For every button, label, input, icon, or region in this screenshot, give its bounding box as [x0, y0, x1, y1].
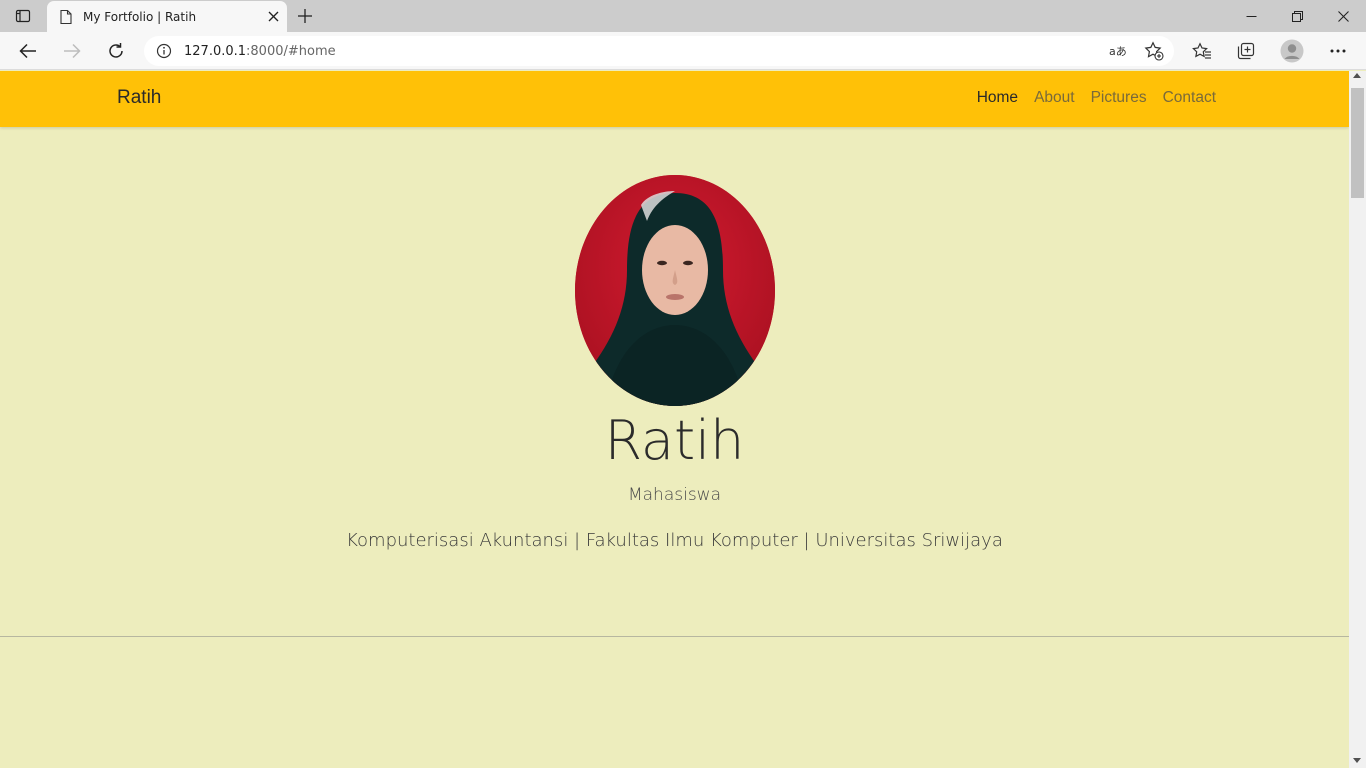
nav-link-home[interactable]: Home: [969, 89, 1026, 107]
collections-icon: [1237, 42, 1255, 60]
tab-actions-icon: [15, 9, 31, 23]
browser-tab-bar: My Fortfolio | Ratih: [0, 0, 1366, 32]
profile-avatar-icon: [1280, 39, 1304, 63]
hero-description: Komputerisasi Akuntansi | Fakultas Ilmu …: [346, 530, 1003, 551]
scroll-thumb[interactable]: [1351, 88, 1364, 198]
back-arrow-icon: [19, 43, 36, 59]
nav-link-contact[interactable]: Contact: [1155, 89, 1224, 107]
close-icon: [268, 11, 278, 22]
profile-button[interactable]: [1276, 35, 1308, 67]
address-bar[interactable]: 127.0.0.1:8000/#home aあ: [144, 36, 1174, 66]
profile-photo: [575, 175, 775, 406]
hero-section: Ratih Mahasiswa Komputerisasi Akuntansi …: [0, 127, 1349, 637]
star-add-icon: [1144, 41, 1164, 61]
forward-arrow-icon: [64, 43, 81, 59]
back-button[interactable]: [12, 35, 44, 67]
scroll-up-arrow-icon[interactable]: [1353, 73, 1361, 78]
tab-actions-button[interactable]: [0, 0, 46, 32]
address-host: 127.0.0.1: [184, 43, 247, 59]
hero-role: Mahasiswa: [627, 485, 722, 505]
close-window-button[interactable]: [1320, 0, 1366, 32]
more-horizontal-icon: [1330, 49, 1346, 53]
nav-link-about[interactable]: About: [1026, 89, 1083, 107]
svg-text:aあ: aあ: [1109, 45, 1127, 58]
favorites-icon: [1192, 42, 1211, 59]
section-divider: [0, 636, 1349, 637]
tab-close-button[interactable]: [259, 3, 287, 31]
scroll-down-arrow-icon[interactable]: [1353, 758, 1361, 763]
minimize-button[interactable]: [1228, 0, 1274, 32]
close-window-icon: [1337, 10, 1349, 22]
navbar-brand[interactable]: Ratih: [117, 87, 161, 109]
reload-icon: [109, 43, 123, 58]
read-aloud-button[interactable]: aあ: [1103, 36, 1133, 66]
add-favorite-button[interactable]: [1139, 36, 1169, 66]
profile-photo-image: [575, 175, 775, 406]
hero-name: Ratih: [604, 409, 745, 472]
browser-tab[interactable]: My Fortfolio | Ratih: [47, 1, 287, 32]
new-tab-button[interactable]: [292, 3, 318, 29]
favorites-button[interactable]: [1186, 35, 1218, 67]
nav-links: Home About Pictures Contact: [969, 89, 1224, 107]
nav-link-pictures[interactable]: Pictures: [1083, 89, 1155, 107]
more-menu-button[interactable]: [1322, 35, 1354, 67]
tab-title: My Fortfolio | Ratih: [83, 9, 197, 24]
collections-button[interactable]: [1230, 35, 1262, 67]
translate-icon: aあ: [1109, 45, 1127, 58]
reload-button[interactable]: [100, 35, 132, 67]
vertical-scrollbar[interactable]: [1349, 71, 1366, 768]
page-icon: [60, 9, 72, 24]
address-path: :8000/#home: [246, 43, 336, 59]
plus-icon: [298, 9, 312, 23]
restore-button[interactable]: [1274, 0, 1320, 32]
restore-icon: [1291, 10, 1303, 22]
browser-toolbar: 127.0.0.1:8000/#home aあ: [0, 32, 1366, 70]
info-icon: [156, 43, 172, 59]
site-navbar: Ratih Home About Pictures Contact: [0, 71, 1349, 127]
page-viewport: Ratih Home About Pictures Contact Ratih …: [0, 71, 1349, 768]
address-text[interactable]: 127.0.0.1:8000/#home: [184, 44, 336, 59]
site-info-button[interactable]: [144, 43, 184, 59]
forward-button[interactable]: [56, 35, 88, 67]
minimize-icon: [1246, 15, 1256, 17]
